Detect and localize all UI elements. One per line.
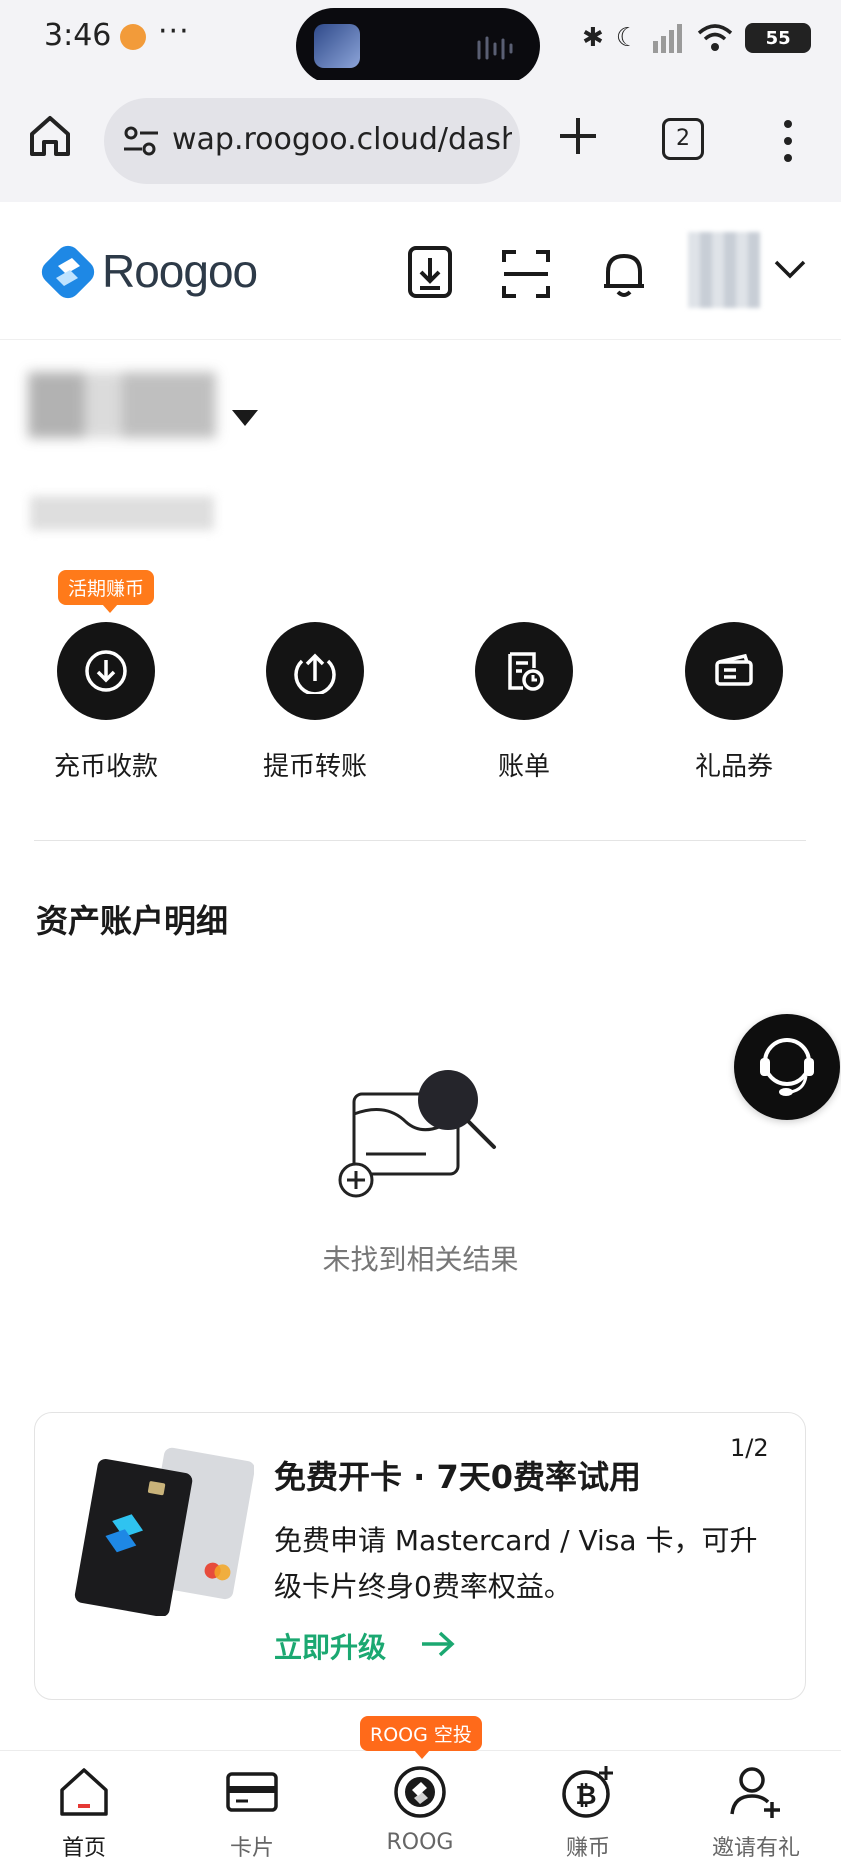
section-divider bbox=[34, 840, 806, 841]
browser-menu-icon[interactable] bbox=[776, 116, 800, 166]
invite-user-icon bbox=[730, 1767, 780, 1818]
nav-label: 卡片 bbox=[229, 1836, 274, 1861]
roog-coin-icon bbox=[394, 1766, 446, 1818]
deposit-icon[interactable] bbox=[57, 622, 155, 720]
url-text[interactable]: wap.roogoo.cloud/dash bbox=[172, 122, 512, 157]
app-notification-icon bbox=[120, 24, 146, 50]
battery-indicator: 55 bbox=[745, 23, 812, 53]
nav-earn[interactable]: ₿ 赚币 bbox=[504, 1764, 672, 1862]
nav-label: 首页 bbox=[61, 1836, 106, 1861]
customer-support-button[interactable] bbox=[734, 1014, 840, 1120]
home-icon bbox=[60, 1768, 108, 1816]
status-time: 3:46 bbox=[44, 18, 112, 53]
nav-label: 邀请有礼 bbox=[711, 1836, 800, 1861]
account-name-blurred[interactable] bbox=[28, 372, 216, 438]
roogoo-logo-icon[interactable] bbox=[40, 244, 96, 300]
signal-icon bbox=[653, 24, 683, 53]
earn-badge[interactable]: 活期赚币 bbox=[58, 570, 155, 613]
action-deposit[interactable]: 充币收款 bbox=[26, 622, 186, 783]
nav-home[interactable]: 首页 bbox=[0, 1764, 168, 1862]
assets-section-title: 资产账户明细 bbox=[36, 902, 229, 940]
empty-state-icon bbox=[338, 1070, 496, 1198]
user-avatar[interactable] bbox=[688, 232, 760, 308]
promo-title: 免费开卡 · 7天0费率试用 bbox=[274, 1458, 641, 1496]
action-label: 账单 bbox=[497, 752, 550, 782]
credit-cards-illustration bbox=[74, 1447, 254, 1616]
media-thumbnail-icon bbox=[314, 24, 360, 68]
moon-icon: ☾ bbox=[615, 23, 640, 53]
account-id-blurred bbox=[30, 496, 214, 530]
gift-voucher-icon[interactable] bbox=[685, 622, 783, 720]
nav-card[interactable]: 卡片 bbox=[168, 1764, 336, 1862]
svg-text:₿: ₿ bbox=[575, 1781, 596, 1811]
new-tab-button[interactable] bbox=[554, 112, 602, 160]
upgrade-now-link[interactable]: 立即升级 bbox=[274, 1626, 386, 1666]
action-label: 礼品券 bbox=[694, 752, 773, 782]
download-app-icon[interactable] bbox=[404, 244, 456, 300]
action-gift-voucher[interactable]: 礼品券 bbox=[654, 622, 814, 783]
card-icon bbox=[226, 1772, 278, 1812]
withdraw-icon[interactable] bbox=[266, 622, 364, 720]
action-withdraw[interactable]: 提币转账 bbox=[235, 622, 395, 783]
action-label: 提币转账 bbox=[262, 752, 367, 782]
airdrop-badge[interactable]: ROOG 空投 bbox=[360, 1716, 482, 1759]
audio-wave-icon bbox=[477, 36, 513, 60]
browser-home-icon[interactable] bbox=[24, 110, 76, 162]
chevron-down-icon[interactable] bbox=[772, 256, 808, 282]
tab-switcher-button[interactable]: 2 bbox=[662, 118, 704, 160]
bluetooth-icon: ✱ bbox=[582, 23, 604, 53]
site-settings-icon[interactable] bbox=[122, 124, 160, 158]
empty-state-text: 未找到相关结果 bbox=[322, 1243, 519, 1276]
wifi-icon bbox=[697, 24, 733, 51]
system-icons: ✱ ☾ 55 bbox=[582, 16, 812, 60]
nav-invite[interactable]: 邀请有礼 bbox=[672, 1764, 840, 1862]
headset-icon bbox=[760, 1038, 814, 1096]
arrow-right-icon[interactable] bbox=[418, 1628, 458, 1660]
promo-description: 免费申请 Mastercard / Visa 卡，可升级卡片终身0费率权益。 bbox=[274, 1524, 758, 1603]
nav-label: ROOG bbox=[386, 1830, 454, 1855]
action-label: 充币收款 bbox=[53, 752, 158, 782]
bill-icon[interactable] bbox=[475, 622, 573, 720]
account-dropdown-icon[interactable] bbox=[232, 410, 258, 426]
scan-icon[interactable] bbox=[500, 246, 552, 302]
notification-bell-icon[interactable] bbox=[598, 246, 650, 302]
url-bar[interactable]: wap.roogoo.cloud/dash bbox=[104, 98, 520, 184]
more-notifications-icon: ··· bbox=[158, 14, 190, 49]
logo-text[interactable]: Roogoo bbox=[102, 244, 258, 298]
dynamic-island[interactable] bbox=[296, 8, 540, 84]
bitcoin-earn-icon: ₿ bbox=[562, 1766, 613, 1818]
nav-label: 赚币 bbox=[565, 1836, 610, 1861]
nav-roog[interactable]: ROOG bbox=[336, 1764, 504, 1855]
action-bill[interactable]: 账单 bbox=[444, 622, 604, 783]
promo-page-indicator: 1/2 bbox=[730, 1434, 769, 1462]
